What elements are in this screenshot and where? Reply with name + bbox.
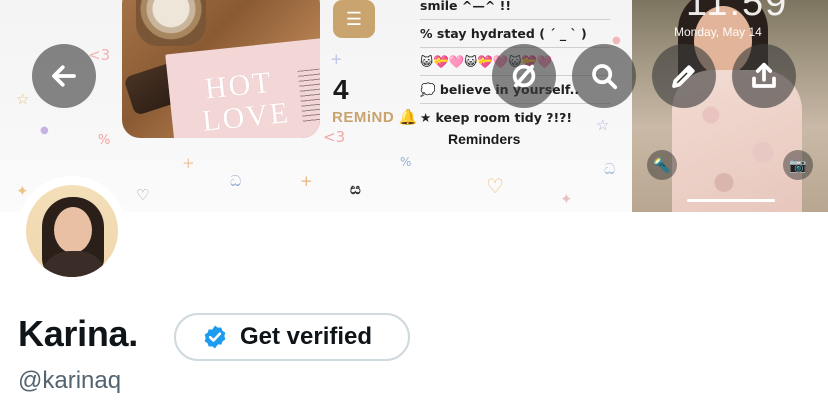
- back-arrow-icon: [52, 65, 76, 87]
- flashlight-icon: 🔦: [647, 150, 677, 180]
- get-verified-button[interactable]: Get verified: [174, 313, 410, 361]
- decor-doodle: ✦: [560, 190, 573, 208]
- decor-doodle: +: [300, 172, 313, 190]
- coffee-cup-image: [136, 0, 206, 46]
- reminders-label-text: REMiND: [332, 109, 395, 126]
- list-item: ★ keep room tidy ?!?!: [420, 110, 573, 125]
- verified-badge-icon: [204, 325, 226, 349]
- decor-doodle: +: [182, 154, 195, 172]
- decor-doodle: ♡: [136, 186, 150, 204]
- home-indicator: [687, 199, 775, 202]
- decor-doodle: ☆: [16, 90, 30, 108]
- list-icon: ☰: [333, 0, 375, 38]
- avatar[interactable]: [26, 185, 118, 277]
- get-verified-label: Get verified: [240, 323, 373, 350]
- reminders-title: Reminders: [448, 131, 521, 147]
- decor-doodle: ස: [350, 180, 361, 198]
- decor-doodle: +: [330, 50, 343, 68]
- share-button[interactable]: [732, 44, 796, 108]
- pencil-icon: [672, 65, 695, 88]
- display-name: Karina.: [18, 313, 138, 354]
- bell-icon: 🔔: [398, 109, 419, 126]
- list-item: smile ^—^ !!: [420, 0, 610, 20]
- edit-button[interactable]: [652, 44, 716, 108]
- profile-banner[interactable]: <3 ☆ % ● ✦ ♡ + ධ + + <3 ස % ♡ ✦ ☆ ධ ● HO…: [0, 0, 828, 212]
- circle-slash-icon: [512, 64, 536, 88]
- grok-button[interactable]: [492, 44, 556, 108]
- search-button[interactable]: [572, 44, 636, 108]
- magazine-text-lines: [297, 68, 320, 123]
- list-item: % stay hydrated ( ´ _ ` ): [420, 20, 610, 48]
- decor-doodle: ✦: [16, 182, 29, 200]
- lockscreen-time: 11:59: [686, 0, 789, 24]
- reminders-label: REMiND 🔔: [332, 108, 418, 126]
- search-icon: [592, 64, 618, 90]
- back-button[interactable]: [32, 44, 96, 108]
- camera-icon: 📷: [783, 150, 813, 180]
- user-handle: @karinaq: [18, 367, 122, 394]
- face-shape: [54, 207, 92, 253]
- photo-widget: HOT LOVE: [122, 0, 320, 138]
- decor-doodle: ♡: [486, 174, 504, 198]
- magazine-image: HOT LOVE: [165, 37, 320, 138]
- decor-doodle: <3: [323, 128, 346, 146]
- decor-doodle: %: [400, 155, 412, 169]
- reminders-count: 4: [333, 74, 349, 105]
- decor-doodle: ධ: [604, 160, 616, 178]
- decor-doodle: ●: [40, 125, 49, 136]
- decor-doodle: %: [98, 133, 111, 148]
- lockscreen-date: Monday, May 14: [674, 25, 762, 39]
- decor-doodle: ධ: [230, 172, 242, 190]
- share-upload-icon: [752, 62, 776, 88]
